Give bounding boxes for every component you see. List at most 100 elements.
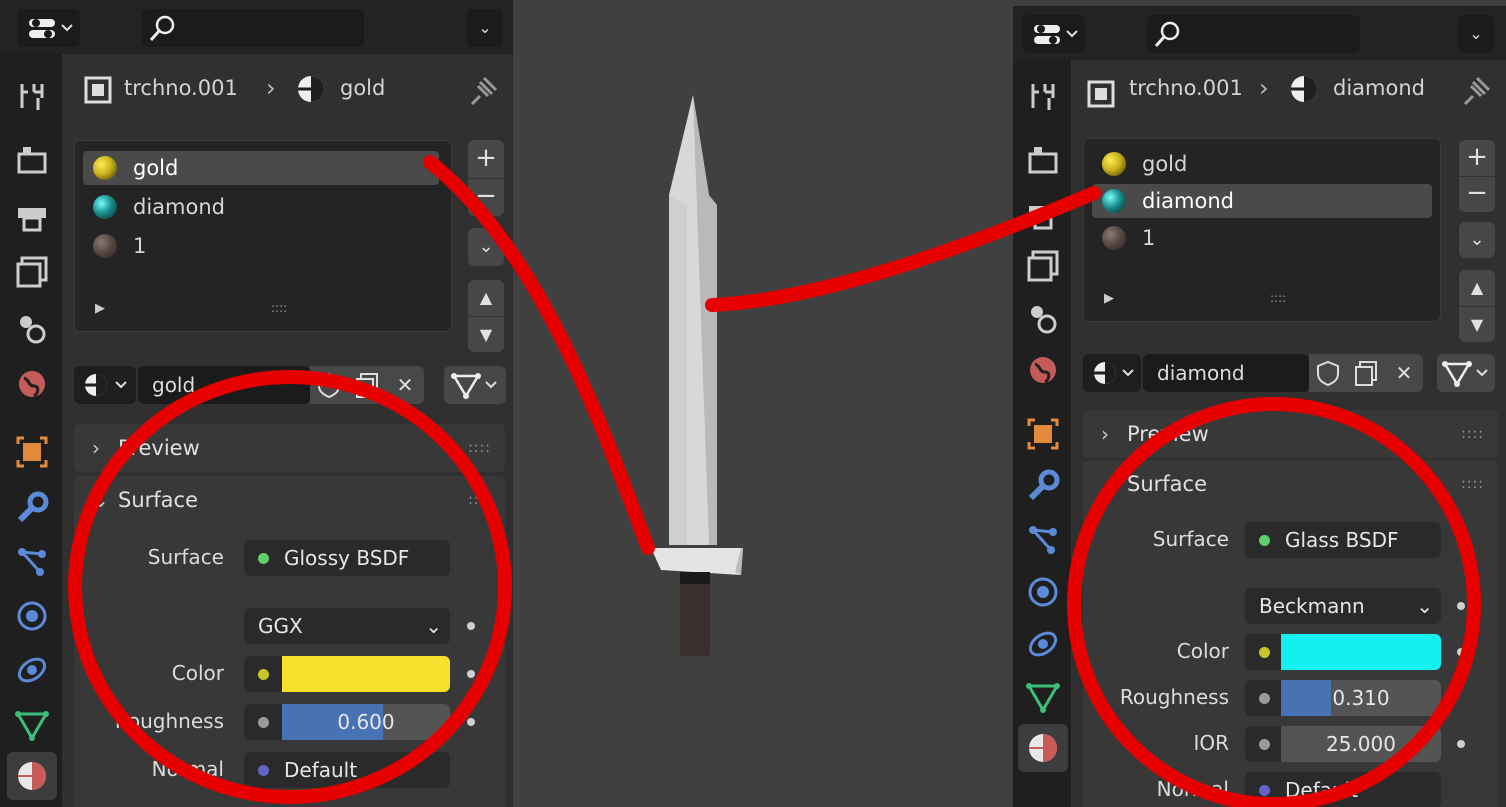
slot-specials-menu[interactable]: ⌄ — [1459, 222, 1495, 258]
color-field[interactable] — [1245, 634, 1441, 670]
constraints-icon[interactable] — [1025, 626, 1061, 662]
modifier-icon[interactable] — [1025, 468, 1061, 504]
list-item[interactable]: diamond — [83, 190, 439, 224]
drag-grip-icon[interactable]: :::: — [1461, 410, 1484, 458]
input-socket[interactable] — [467, 622, 475, 630]
world-icon[interactable] — [14, 366, 50, 402]
drag-grip-icon[interactable]: :::: — [1461, 460, 1484, 508]
material-icon[interactable] — [7, 752, 57, 800]
unlink-icon[interactable]: ✕ — [386, 366, 424, 404]
scene-icon[interactable] — [14, 310, 50, 346]
output-icon[interactable] — [1025, 196, 1061, 232]
move-up-icon[interactable]: ▲ — [468, 280, 504, 316]
browse-material-button[interactable] — [74, 366, 136, 404]
list-item[interactable]: gold — [83, 151, 439, 185]
particles-icon[interactable] — [14, 544, 50, 580]
options-dropdown[interactable]: ⌄ — [1458, 15, 1494, 53]
roughness-slider[interactable]: 0.310 — [1245, 680, 1441, 716]
normal-field[interactable]: Default — [1245, 772, 1441, 807]
link-mode-icon[interactable] — [1437, 354, 1495, 392]
object-icon[interactable] — [14, 434, 50, 470]
surface-shader-field[interactable]: Glossy BSDF — [244, 540, 450, 576]
expand-triangle-icon[interactable]: ▶ — [1104, 291, 1114, 306]
search-input[interactable] — [142, 9, 364, 47]
input-socket[interactable] — [1457, 648, 1465, 656]
particles-icon[interactable] — [1025, 522, 1061, 558]
world-icon[interactable] — [1025, 352, 1061, 388]
input-socket[interactable] — [467, 718, 475, 726]
color-field[interactable] — [244, 656, 450, 692]
drag-grip-icon[interactable]: :::: — [468, 424, 491, 472]
resize-grip-icon[interactable]: :::: — [1270, 291, 1286, 305]
tool-icon[interactable] — [1025, 78, 1061, 114]
distribution-dropdown[interactable]: Beckmann ⌄ — [1245, 588, 1441, 624]
add-icon[interactable]: + — [468, 140, 504, 178]
view-layer-icon[interactable] — [1025, 248, 1061, 284]
ior-field[interactable]: 25.000 — [1245, 726, 1441, 762]
normal-field[interactable]: Default — [244, 752, 450, 788]
add-icon[interactable]: + — [1459, 140, 1495, 176]
input-socket[interactable] — [1457, 602, 1465, 610]
remove-icon[interactable]: − — [1459, 176, 1495, 212]
list-item[interactable]: gold — [1092, 147, 1432, 181]
editor-type-button[interactable] — [1023, 15, 1085, 53]
surface-panel-header[interactable]: ⌄ Surface:::: — [74, 476, 505, 524]
scene-icon[interactable] — [1025, 300, 1061, 336]
duplicate-icon[interactable] — [1347, 354, 1385, 392]
3d-viewport[interactable] — [513, 0, 1013, 807]
float-socket-icon — [1259, 693, 1270, 704]
render-icon[interactable] — [1025, 142, 1061, 178]
chevron-right-icon: › — [92, 436, 100, 460]
roughness-label: Roughness — [1119, 685, 1229, 709]
preview-panel-header[interactable]: › Preview:::: — [1083, 410, 1498, 458]
surface-shader-field[interactable]: Glass BSDF — [1245, 522, 1441, 558]
object-icon[interactable] — [1025, 416, 1061, 452]
drag-grip-icon[interactable]: :::: — [468, 476, 491, 524]
move-down-icon[interactable]: ▼ — [1459, 306, 1495, 342]
slot-specials-menu[interactable]: ⌄ — [468, 228, 504, 266]
surface-panel-header[interactable]: ⌄ Surface:::: — [1083, 460, 1498, 508]
tool-icon[interactable] — [14, 78, 50, 114]
modifier-icon[interactable] — [14, 490, 50, 526]
move-down-icon[interactable]: ▼ — [468, 316, 504, 352]
move-up-icon[interactable]: ▲ — [1459, 270, 1495, 306]
fake-user-icon[interactable] — [310, 366, 348, 404]
input-socket[interactable] — [467, 670, 475, 678]
roughness-slider[interactable]: 0.600 — [244, 704, 450, 740]
header-bar: ⌄ — [1013, 6, 1506, 60]
list-item[interactable]: 1 — [1092, 221, 1432, 255]
preview-panel-header[interactable]: › Preview:::: — [74, 424, 505, 472]
remove-icon[interactable]: − — [468, 178, 504, 216]
color-swatch[interactable] — [282, 656, 450, 692]
render-icon[interactable] — [14, 142, 50, 178]
data-icon[interactable] — [1025, 678, 1061, 714]
unlink-icon[interactable]: ✕ — [1385, 354, 1423, 392]
link-mode-icon[interactable] — [444, 366, 506, 404]
view-layer-icon[interactable] — [14, 254, 50, 290]
options-dropdown[interactable]: ⌄ — [467, 9, 503, 47]
input-socket[interactable] — [1457, 740, 1465, 748]
pin-icon[interactable] — [468, 72, 502, 106]
list-item[interactable]: diamond — [1092, 184, 1432, 218]
material-icon[interactable] — [1018, 724, 1068, 772]
material-name-field[interactable]: diamond — [1143, 354, 1309, 392]
data-icon[interactable] — [14, 706, 50, 742]
physics-icon[interactable] — [14, 598, 50, 634]
distribution-dropdown[interactable]: GGX ⌄ — [244, 608, 450, 644]
resize-grip-icon[interactable]: :::: — [271, 301, 287, 315]
material-name-field[interactable]: gold — [138, 366, 310, 404]
fake-user-icon[interactable] — [1309, 354, 1347, 392]
browse-material-button[interactable] — [1083, 354, 1141, 392]
physics-icon[interactable] — [1025, 574, 1061, 610]
output-icon[interactable] — [14, 198, 50, 234]
color-socket-icon — [258, 669, 269, 680]
expand-triangle-icon[interactable]: ▶ — [95, 301, 105, 316]
duplicate-icon[interactable] — [348, 366, 386, 404]
color-swatch[interactable] — [1281, 634, 1441, 670]
editor-type-button[interactable] — [18, 9, 80, 47]
search-input[interactable] — [1147, 15, 1360, 53]
float-socket-icon — [1259, 739, 1270, 750]
list-item[interactable]: 1 — [83, 229, 439, 263]
pin-icon[interactable] — [1461, 72, 1495, 106]
constraints-icon[interactable] — [14, 652, 50, 688]
